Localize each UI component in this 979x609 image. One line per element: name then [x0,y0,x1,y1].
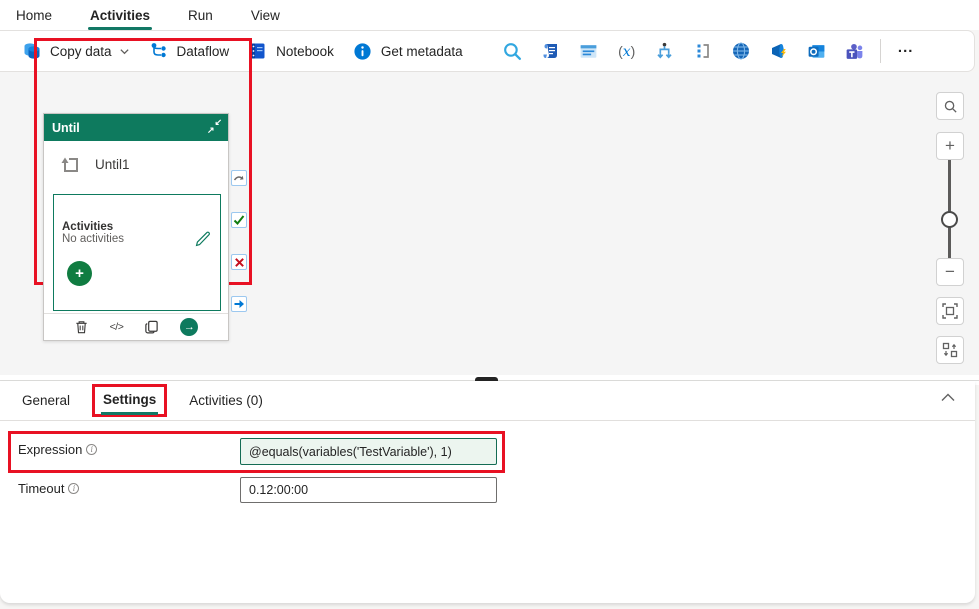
panel-tabs: General Settings Activities (0) [0,381,975,421]
azure-function-icon [768,40,790,62]
office365-outlook-icon [806,41,827,62]
menu-item-home[interactable]: Home [14,4,54,27]
expression-label: Expression [18,442,82,457]
delete-activity-icon[interactable] [74,319,89,335]
plus-icon: + [945,136,955,156]
foreach-button[interactable] [688,37,718,65]
arrow-right-icon [233,298,245,310]
until-activity-title: Until [52,121,80,135]
zoom-out-button[interactable]: − [936,258,964,286]
expression-input[interactable] [240,438,497,465]
view-code-icon[interactable]: </> [110,321,124,333]
tab-activities[interactable]: Activities (0) [187,389,265,412]
expression-info-icon[interactable]: i [86,444,97,455]
pipeline-canvas[interactable]: Until ↙ ↗ Until1 Activities No activitie… [0,72,979,375]
x-icon [234,257,245,268]
office365-outlook-button[interactable] [802,37,832,65]
until-activity-header: Until ↙ ↗ [44,114,228,141]
port-on-success[interactable] [231,212,247,228]
menu-item-activities[interactable]: Activities [88,4,152,27]
auto-align-button[interactable] [936,336,964,364]
skip-arrow-icon [233,172,245,184]
until-loop-icon [58,152,82,176]
canvas-search-button[interactable] [936,92,964,120]
plus-icon: + [75,265,84,282]
tab-general[interactable]: General [20,389,72,412]
foreach-icon [693,41,713,61]
menu-bar: Home Activities Run View [0,0,979,30]
port-on-completion[interactable] [231,296,247,312]
arrow-right-icon: → [184,321,195,333]
switch-button[interactable] [650,37,680,65]
set-variable-icon: (x) [618,43,635,60]
timeout-info-icon[interactable]: i [68,483,79,494]
azure-function-button[interactable] [764,37,794,65]
stored-procedure-button[interactable] [574,37,604,65]
minus-icon: − [945,262,955,282]
set-variable-button[interactable]: (x) [612,37,642,65]
get-metadata-button[interactable]: Get metadata [343,35,472,67]
go-to-activity-button[interactable]: → [180,318,198,336]
add-activity-button[interactable]: + [67,261,92,286]
tab-settings[interactable]: Settings [101,388,158,411]
get-metadata-icon [352,40,374,62]
fit-to-screen-button[interactable] [936,297,964,325]
zoom-slider-handle[interactable] [941,211,958,228]
toolbar-divider [880,39,881,63]
lookup-icon [502,41,523,62]
fit-to-screen-icon [942,303,958,319]
zoom-in-button[interactable]: + [936,132,964,160]
get-metadata-label: Get metadata [381,44,463,59]
more-commands-button[interactable]: ... [891,37,921,65]
clone-activity-icon[interactable] [144,319,159,335]
activity-footer-toolbar: </> → [44,313,228,340]
search-icon [943,99,958,114]
stored-procedure-icon [578,41,599,62]
properties-panel: General Settings Activities (0) Expressi… [0,381,975,603]
web-button[interactable] [726,37,756,65]
port-on-fail[interactable] [231,254,247,270]
menu-item-view[interactable]: View [249,4,282,27]
active-tab-underline [101,412,158,415]
pipeline-editor: Home Activities Run View Copy data [0,0,979,609]
timeout-input[interactable] [240,477,497,503]
menu-item-run[interactable]: Run [186,4,215,27]
notebook-label: Notebook [276,44,334,59]
checkmark-icon [233,214,245,226]
settings-tab-highlight-annotation: Settings [92,384,167,417]
notebook-button[interactable]: Notebook [238,35,343,67]
activity-name: Until1 [95,157,130,172]
more-commands-icon: ... [898,43,914,60]
activities-container: Activities No activities + [53,194,221,311]
auto-align-icon [942,342,958,358]
script-icon [541,41,561,61]
timeout-label: Timeout [18,481,64,496]
teams-button[interactable] [840,37,870,65]
script-button[interactable] [536,37,566,65]
collapse-icon[interactable]: ↙ ↗ [206,118,222,134]
collapse-panel-button[interactable] [941,393,955,402]
teams-icon [844,41,865,62]
zoom-slider-track[interactable] [948,160,951,259]
edit-activities-icon[interactable] [194,231,211,248]
port-on-skip[interactable] [231,170,247,186]
web-icon [731,41,751,61]
lookup-button[interactable] [498,37,528,65]
switch-icon [654,41,675,62]
until-activity-card[interactable]: Until ↙ ↗ Until1 Activities No activitie… [43,113,229,341]
